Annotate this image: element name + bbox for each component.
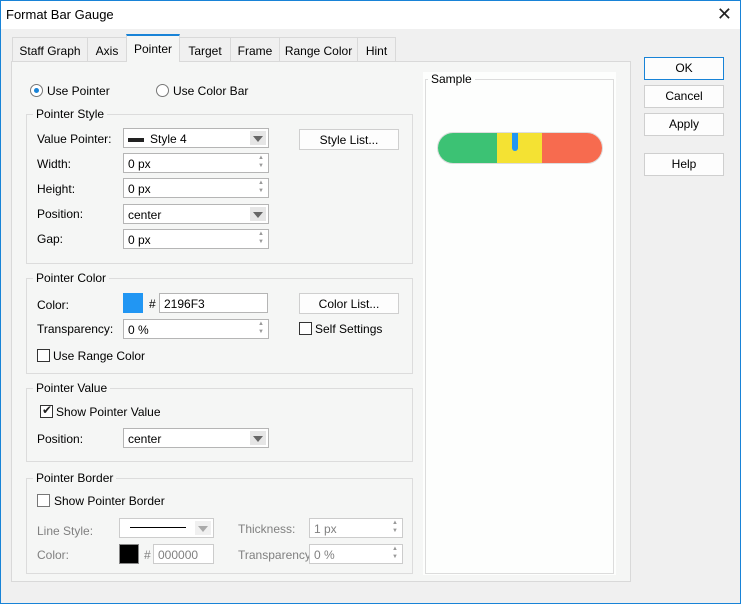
show-pointer-border-label: Show Pointer Border xyxy=(54,494,165,508)
gap-spinner[interactable]: 0 px ▲ ▼ xyxy=(123,229,269,249)
pointer-color-input[interactable]: 2196F3 xyxy=(159,293,268,313)
close-icon[interactable]: ✕ xyxy=(717,4,732,25)
chevron-down-icon[interactable] xyxy=(250,431,266,445)
spinner-arrows-icon[interactable]: ▲ ▼ xyxy=(254,230,268,248)
border-color-value: 000000 xyxy=(158,548,199,562)
ok-button[interactable]: OK xyxy=(644,57,724,80)
height-value: 0 px xyxy=(128,182,151,196)
group-legend: Sample xyxy=(428,72,475,86)
group-legend: Pointer Value xyxy=(33,381,111,395)
border-transparency-spinner[interactable]: 0 % ▲ ▼ xyxy=(309,544,403,564)
value-pointer-label: Value Pointer: xyxy=(37,132,112,146)
thickness-spinner[interactable]: 1 px ▲ ▼ xyxy=(309,518,403,538)
value-pointer-select[interactable]: Style 4 xyxy=(123,128,269,148)
tab-frame[interactable]: Frame xyxy=(230,37,280,62)
transparency-spinner[interactable]: 0 % ▲ ▼ xyxy=(123,319,269,339)
use-pointer-radio[interactable] xyxy=(30,84,43,97)
tab-hint[interactable]: Hint xyxy=(357,37,396,62)
border-transparency-value: 0 % xyxy=(314,548,335,562)
height-label: Height: xyxy=(37,182,76,196)
tab-staff-graph[interactable]: Staff Graph xyxy=(12,37,88,62)
pointer-color-swatch[interactable] xyxy=(123,293,143,313)
value-pointer-value: Style 4 xyxy=(150,132,187,146)
transparency-value: 0 % xyxy=(128,323,149,337)
spinner-arrows-icon[interactable]: ▲ ▼ xyxy=(254,320,268,338)
tab-pointer[interactable]: Pointer xyxy=(126,34,180,62)
window-title: Format Bar Gauge xyxy=(6,7,114,22)
spinner-arrows-icon[interactable]: ▲ ▼ xyxy=(254,179,268,197)
border-color-label: Color: xyxy=(37,548,70,562)
checkmark-icon: ✔ xyxy=(42,403,53,417)
title-bar: Format Bar Gauge ✕ xyxy=(1,1,740,29)
use-range-color-label: Use Range Color xyxy=(53,349,146,363)
self-settings-checkbox[interactable] xyxy=(299,322,312,335)
spinner-arrows-icon[interactable]: ▲ ▼ xyxy=(388,519,402,537)
transparency-label: Transparency: xyxy=(37,322,114,336)
show-pointer-border-checkbox[interactable] xyxy=(37,494,50,507)
style-list-button[interactable]: Style List... xyxy=(299,129,399,150)
color-label: Color: xyxy=(37,298,70,312)
width-label: Width: xyxy=(37,157,72,171)
hash-label: # xyxy=(144,548,151,562)
value-position-select[interactable]: center xyxy=(123,428,269,448)
border-color-swatch[interactable] xyxy=(119,544,139,564)
position-select[interactable]: center xyxy=(123,204,269,224)
pointer-style-icon xyxy=(128,137,144,142)
gauge-range-yellow xyxy=(497,133,542,163)
tab-range-color[interactable]: Range Color xyxy=(279,37,358,62)
border-transparency-label: Transparency: xyxy=(238,548,315,562)
position-label: Position: xyxy=(37,207,84,221)
spinner-arrows-icon[interactable]: ▲ ▼ xyxy=(254,154,268,172)
show-pointer-value-label: Show Pointer Value xyxy=(56,405,161,419)
value-position-value: center xyxy=(128,432,162,446)
help-button[interactable]: Help xyxy=(644,153,724,176)
use-color-bar-label: Use Color Bar xyxy=(173,84,249,98)
border-color-input[interactable]: 000000 xyxy=(153,544,214,564)
height-spinner[interactable]: 0 px ▲ ▼ xyxy=(123,178,269,198)
group-legend: Pointer Border xyxy=(33,471,117,485)
gap-label: Gap: xyxy=(37,232,64,246)
gauge-pointer xyxy=(512,133,518,151)
pointer-value-group: Pointer Value xyxy=(26,381,413,462)
color-list-button[interactable]: Color List... xyxy=(299,293,399,314)
apply-button[interactable]: Apply xyxy=(644,113,724,136)
dialog-window: Format Bar Gauge ✕ Staff Graph Axis Poin… xyxy=(0,0,741,604)
tab-target[interactable]: Target xyxy=(179,37,231,62)
line-style-label: Line Style: xyxy=(37,524,94,538)
cancel-button[interactable]: Cancel xyxy=(644,85,724,108)
thickness-label: Thickness: xyxy=(238,522,296,536)
width-value: 0 px xyxy=(128,157,151,171)
group-legend: Pointer Style xyxy=(33,107,108,121)
thickness-value: 1 px xyxy=(314,522,337,536)
gauge-range-green xyxy=(438,133,497,163)
use-color-bar-radio[interactable] xyxy=(156,84,169,97)
tab-axis[interactable]: Axis xyxy=(87,37,127,62)
show-pointer-value-checkbox[interactable]: ✔ xyxy=(40,403,53,418)
width-spinner[interactable]: 0 px ▲ ▼ xyxy=(123,153,269,173)
chevron-down-icon[interactable] xyxy=(250,131,266,145)
self-settings-label: Self Settings xyxy=(315,322,383,336)
pointer-color-value: 2196F3 xyxy=(164,297,205,311)
position-value: center xyxy=(128,208,162,222)
spinner-arrows-icon[interactable]: ▲ ▼ xyxy=(388,545,402,563)
chevron-down-icon[interactable] xyxy=(195,521,211,535)
chevron-down-icon[interactable] xyxy=(250,207,266,221)
gap-value: 0 px xyxy=(128,233,151,247)
line-style-select[interactable] xyxy=(119,518,214,538)
group-legend: Pointer Color xyxy=(33,271,110,285)
gauge-range-red xyxy=(542,133,602,163)
solid-line-icon xyxy=(130,527,186,528)
hash-label: # xyxy=(149,297,156,311)
use-range-color-checkbox[interactable] xyxy=(37,349,50,362)
sample-bar-gauge xyxy=(437,132,603,164)
use-pointer-label: Use Pointer xyxy=(47,84,110,98)
value-position-label: Position: xyxy=(37,432,84,446)
